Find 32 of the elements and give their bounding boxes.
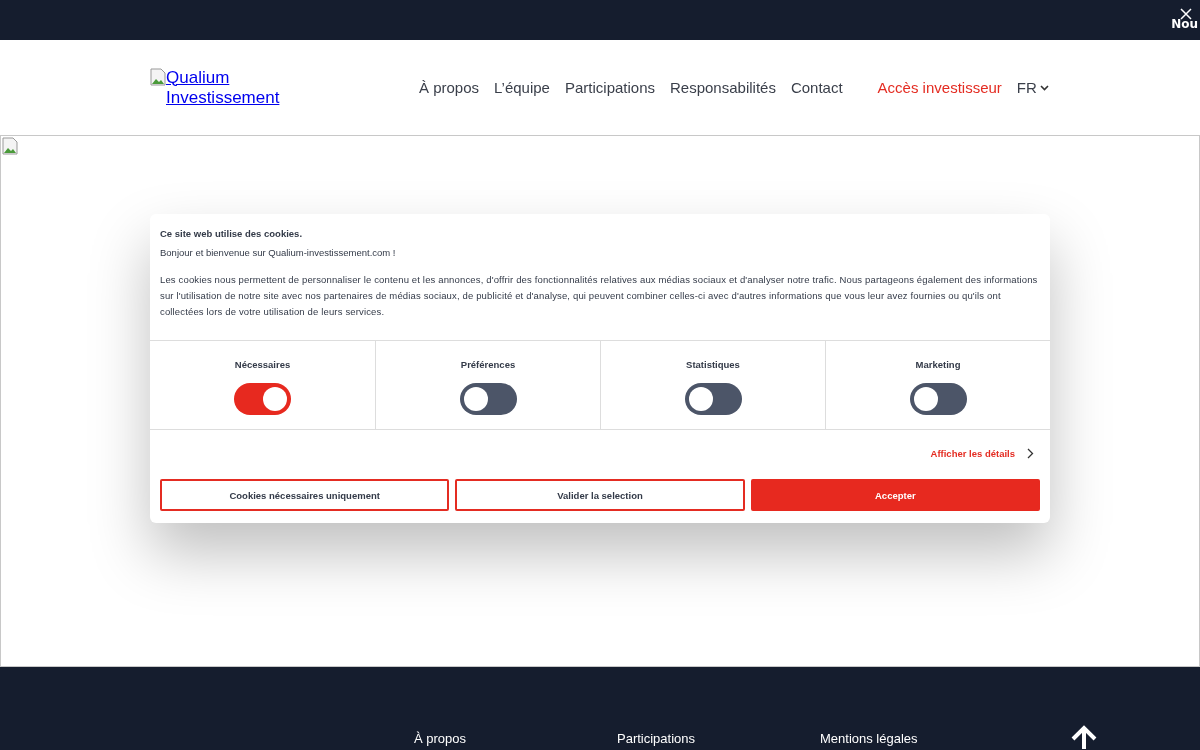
broken-image-icon (150, 67, 166, 86)
footer-link[interactable]: Mentions légales (820, 731, 1023, 747)
nav-link[interactable]: L’équipe (494, 79, 550, 96)
toggle-switch[interactable] (459, 383, 517, 415)
toggle-label: Marketing (915, 359, 961, 370)
banner-text: Nou (1171, 17, 1198, 31)
footer-link[interactable]: Participations (617, 731, 820, 747)
nav-link[interactable]: Contact (790, 79, 843, 96)
consent-button[interactable]: Valider la selection (455, 479, 745, 511)
toggle-switch[interactable] (234, 383, 291, 415)
nav-link[interactable]: Responsabilités (670, 79, 776, 96)
footer-link[interactable]: À propos (414, 731, 617, 747)
consent-button[interactable]: Cookies nécessaires uniquement (160, 479, 450, 511)
language-selector[interactable]: FR (1016, 79, 1049, 96)
nav-link[interactable]: À propos (419, 79, 480, 96)
cookie-description: Les cookies nous permettent de personnaliser le contenu et les annonces, d'offrir des fonctionnalités relatives aux médias sociaux et d'analyser notre trafic. Nous partageons également des informations sur l'utilisation de notre site avec nos partenaires de médias sociaux, de publicité et d'analyse, qui peuvent combiner celles-ci avec d'autres informations que vous leur avez fournies ou qu'ils ont collectées lors de votre utilisation de leurs services. (160, 273, 1039, 319)
toggle-switch[interactable] (684, 383, 742, 415)
dialog-title: Ce site web utilise des cookies. (160, 228, 304, 239)
chevron-right-icon (1027, 448, 1034, 459)
logo-link[interactable]: Qualium Investissement (166, 67, 286, 108)
arrow-up-icon[interactable] (1070, 725, 1098, 749)
greeting-text: Bonjour et bienvenue sur Qualium-investissement.com ! (160, 247, 397, 258)
details-link[interactable]: Afficher les détails (930, 448, 1015, 459)
nav-link[interactable]: Accès investisseur (877, 79, 1002, 96)
chevron-down-icon (1039, 84, 1049, 91)
toggle-switch[interactable] (909, 383, 967, 415)
toggle-label: Nécessaires (234, 359, 291, 370)
close-icon[interactable] (1180, 8, 1192, 20)
toggle-label: Préférences (460, 359, 516, 370)
nav-link[interactable]: Participations (564, 79, 655, 96)
toggle-label: Statistiques (686, 359, 740, 370)
consent-button[interactable]: Accepter (750, 479, 1040, 511)
